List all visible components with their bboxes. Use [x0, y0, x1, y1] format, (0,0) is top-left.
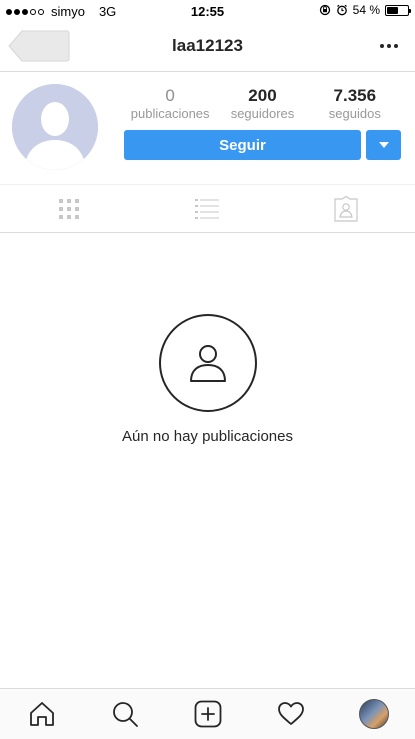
profile-avatar[interactable] — [12, 84, 98, 170]
battery-icon — [385, 4, 411, 16]
empty-state: Aún no hay publicaciones — [0, 314, 415, 445]
battery-percent: 54 % — [352, 3, 380, 17]
profile-stats: 0 publicaciones 200 seguidores 7.356 seg… — [124, 86, 401, 121]
followers-count: 200 — [248, 86, 277, 105]
stat-posts[interactable]: 0 publicaciones — [124, 86, 216, 121]
posts-label: publicaciones — [130, 106, 210, 121]
stat-following[interactable]: 7.356 seguidos — [309, 86, 401, 121]
following-label: seguidos — [328, 106, 381, 121]
default-avatar-icon — [12, 84, 98, 170]
person-outline-icon — [189, 345, 226, 382]
profile-username: laa12123 — [172, 36, 243, 55]
empty-state-text: Aún no hay publicaciones — [122, 428, 293, 445]
tab-list[interactable] — [138, 185, 276, 232]
nav-search[interactable] — [83, 689, 166, 739]
more-dots-icon — [380, 44, 398, 48]
posts-count: 0 — [165, 86, 175, 105]
profile-view-tabs — [0, 184, 415, 233]
grid-icon — [59, 198, 80, 219]
nav-home[interactable] — [0, 689, 83, 739]
alarm-icon — [336, 4, 347, 16]
follow-button[interactable]: Seguir — [124, 130, 361, 160]
nav-profile[interactable] — [332, 689, 415, 739]
tagged-icon — [334, 195, 358, 222]
profile-thumbnail — [358, 699, 389, 729]
battery-level — [387, 6, 398, 14]
nav-add-post[interactable] — [166, 689, 249, 739]
heart-icon — [277, 702, 304, 725]
nav-bar: laa12123 — [0, 22, 415, 72]
empty-state-circle — [158, 314, 257, 412]
tab-grid[interactable] — [0, 185, 138, 232]
profile-header: 0 publicaciones 200 seguidores 7.356 seg… — [0, 72, 415, 184]
more-options-button[interactable] — [377, 34, 401, 58]
status-right: 54 % — [319, 3, 411, 17]
status-bar: simyo 3G 12:55 54 % — [0, 0, 415, 22]
suggestions-dropdown-button[interactable] — [366, 130, 401, 160]
add-post-icon — [194, 700, 221, 728]
bottom-nav-bar — [0, 688, 415, 739]
home-icon — [29, 702, 54, 726]
rotation-lock-icon — [319, 4, 330, 16]
list-icon — [195, 198, 220, 219]
nav-activity[interactable] — [249, 689, 332, 739]
search-icon — [112, 702, 138, 727]
caret-down-icon — [378, 142, 389, 148]
followers-label: seguidores — [230, 106, 295, 121]
tab-tagged[interactable] — [277, 185, 415, 232]
stat-followers[interactable]: 200 seguidores — [216, 86, 308, 121]
following-count: 7.356 — [333, 86, 377, 105]
